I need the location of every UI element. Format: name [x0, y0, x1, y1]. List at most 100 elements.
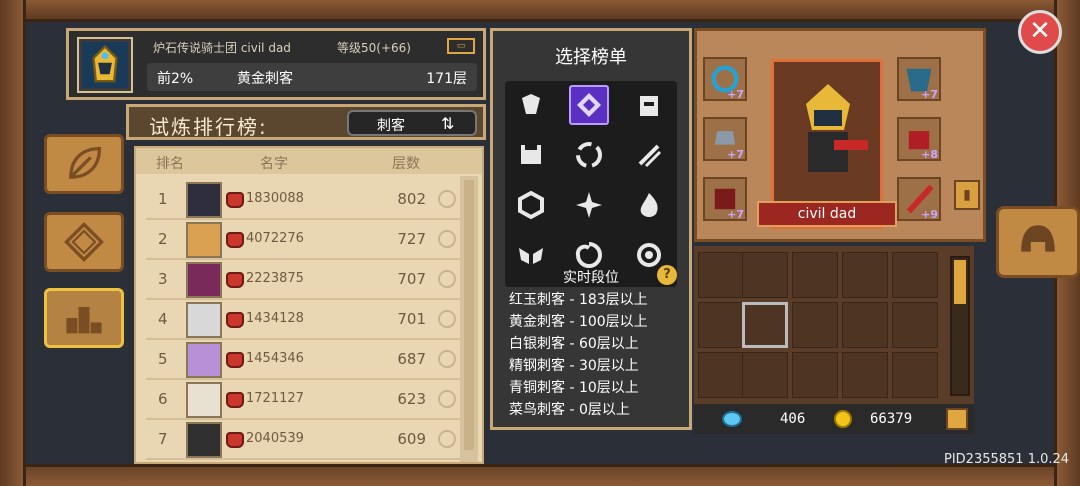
row-player-id: 1830088 [246, 191, 304, 206]
table-row[interactable]: 5 1454346 687 [146, 340, 466, 380]
table-row[interactable]: 4 1434128 701 [146, 300, 466, 340]
equip-slot-armor[interactable]: +7 [703, 117, 747, 161]
close-button[interactable]: ✕ [1018, 10, 1062, 54]
player-avatar [77, 37, 133, 93]
inventory-slot[interactable] [892, 302, 938, 348]
inspect-icon[interactable] [438, 310, 456, 328]
inventory-slot[interactable] [742, 252, 788, 298]
grid-menu-icon[interactable] [946, 408, 968, 430]
tab-leaf[interactable] [44, 134, 124, 194]
inspect-icon[interactable] [438, 430, 456, 448]
hex-class-icon [518, 190, 544, 220]
inventory-slot[interactable] [792, 352, 838, 398]
inventory-grid [694, 246, 974, 404]
star-class-icon [576, 192, 602, 218]
ranking-scroll-thumb[interactable] [464, 180, 474, 450]
inspect-icon[interactable] [438, 390, 456, 408]
tier-silver: 白银刺客 - 60层以上 [509, 336, 639, 352]
swap-icon: ⇅ [441, 114, 455, 133]
row-floors: 727 [397, 230, 426, 248]
inventory-slot[interactable] [698, 302, 744, 348]
class-knight-button[interactable] [511, 85, 551, 125]
row-avatar [186, 422, 222, 458]
table-row[interactable]: 3 2223875 707 [146, 260, 466, 300]
class-grid [505, 81, 677, 287]
wood-frame-top [0, 0, 1080, 22]
inventory-scroll-thumb[interactable] [954, 260, 966, 304]
row-avatar [186, 222, 222, 258]
inventory-slot[interactable] [792, 252, 838, 298]
row-floors: 687 [397, 350, 426, 368]
class-select-button[interactable]: 刺客 ⇅ [347, 110, 477, 136]
helmet-icon [1021, 225, 1055, 252]
rank-floor: 171层 [426, 71, 467, 87]
coin-icon [834, 410, 852, 428]
class-castle-button[interactable] [511, 135, 551, 175]
table-row[interactable]: 2 4072276 727 [146, 220, 466, 260]
row-floors: 701 [397, 310, 426, 328]
hero-sprite [806, 84, 868, 172]
tab-leaderboard[interactable] [44, 288, 124, 348]
ranking-scrollbar[interactable] [460, 176, 478, 462]
inventory-slot[interactable] [792, 302, 838, 348]
inventory-scrollbar[interactable] [950, 256, 970, 396]
character-tab-button[interactable] [996, 206, 1080, 278]
slash-class-icon [638, 144, 662, 168]
pet-icon [226, 272, 244, 288]
class-assassin-button[interactable] [569, 85, 609, 125]
podium-icon [66, 307, 102, 334]
equip-slot-wings[interactable]: +7 [897, 57, 941, 101]
inventory-slot[interactable] [698, 252, 744, 298]
inventory-slot[interactable] [892, 352, 938, 398]
help-icon[interactable]: ? [657, 265, 677, 285]
row-avatar [186, 342, 222, 378]
vortex-class-icon [576, 142, 602, 168]
inventory-slot[interactable] [698, 352, 744, 398]
class-star-button[interactable] [569, 185, 609, 225]
class-slash-button[interactable] [629, 135, 669, 175]
class-vortex-button[interactable] [569, 135, 609, 175]
share-icon[interactable]: ▭ [447, 38, 475, 54]
inventory-slot[interactable] [892, 252, 938, 298]
inventory-slot[interactable] [842, 252, 888, 298]
gem-count: 406 [780, 411, 806, 427]
pet-icon [226, 392, 244, 408]
inspect-icon[interactable] [438, 190, 456, 208]
equip-slot-boots[interactable]: +7 [703, 177, 747, 221]
row-player-id: 4072276 [246, 231, 304, 246]
table-row[interactable]: 1 1830088 802 [146, 180, 466, 220]
inspect-icon[interactable] [438, 270, 456, 288]
inspect-icon[interactable] [438, 230, 456, 248]
class-hex-button[interactable] [511, 185, 551, 225]
row-floors: 623 [397, 390, 426, 408]
ranking-title-bar: 试炼排行榜: 刺客 ⇅ [126, 104, 486, 140]
inventory-slot[interactable] [842, 302, 888, 348]
class-tower-button[interactable] [629, 85, 669, 125]
equip-slot-helmet[interactable]: +7 [703, 57, 747, 101]
class-flame-button[interactable] [629, 185, 669, 225]
row-player-id: 1434128 [246, 311, 304, 326]
inventory-slot-selected[interactable] [742, 302, 788, 348]
equip-slot-ring[interactable]: +8 [897, 117, 941, 161]
row-player-id: 2223875 [246, 271, 304, 286]
ring-class-icon [637, 243, 661, 267]
inventory-slot[interactable] [842, 352, 888, 398]
table-row[interactable]: 7 2040539 609 [146, 420, 466, 460]
table-row[interactable]: 6 1721127 623 [146, 380, 466, 420]
row-player-id: 1721127 [246, 391, 304, 406]
row-rank: 3 [158, 270, 168, 288]
inspect-icon[interactable] [438, 350, 456, 368]
collapse-arrow-icon[interactable]: ▮ [954, 180, 980, 210]
tier-bronze: 青铜刺客 - 10层以上 [509, 380, 639, 396]
inventory-slot[interactable] [742, 352, 788, 398]
enhance-level: +9 [921, 208, 938, 221]
tab-diamond[interactable] [44, 212, 124, 272]
row-avatar [186, 262, 222, 298]
equip-slot-weapon[interactable]: +9 [897, 177, 941, 221]
ranking-list-header: 排名 名字 层数 [136, 148, 482, 174]
row-floors: 802 [397, 190, 426, 208]
assassin-class-icon [577, 93, 601, 117]
enhance-level: +7 [727, 148, 744, 161]
row-floors: 707 [397, 270, 426, 288]
row-avatar [186, 302, 222, 338]
